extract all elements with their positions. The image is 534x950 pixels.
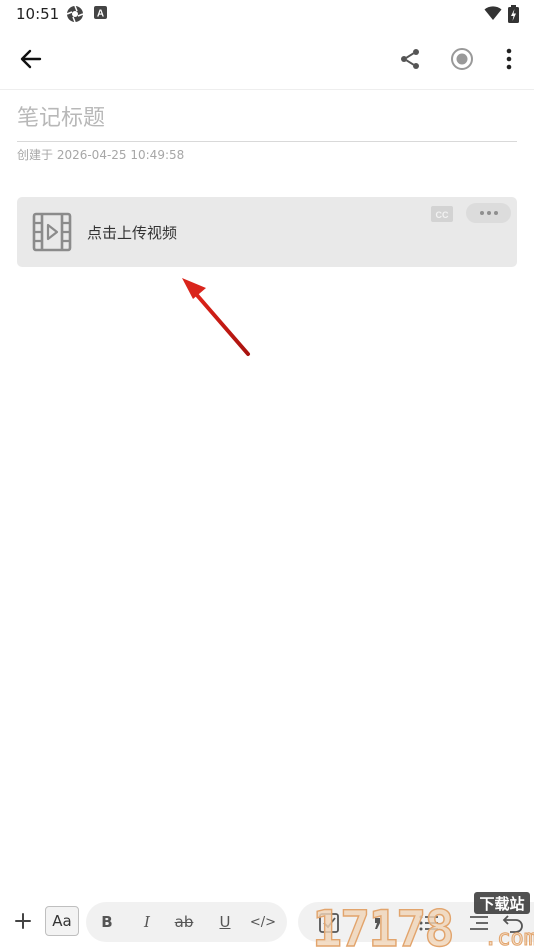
more-horizontal-icon: [479, 211, 484, 215]
add-button[interactable]: [10, 908, 36, 934]
share-button[interactable]: [393, 42, 427, 76]
created-timestamp: 创建于 2026-04-25 10:49:58: [17, 148, 185, 162]
back-button[interactable]: [14, 42, 48, 76]
formatting-toolbar: Aa B I ab U </>: [0, 896, 534, 950]
svg-text:A: A: [97, 9, 104, 20]
more-vertical-icon: [506, 48, 512, 70]
upload-video-label: 点击上传视频: [87, 224, 178, 242]
quote-icon[interactable]: [370, 912, 392, 934]
battery-charging-icon: [508, 5, 519, 23]
indent-icon[interactable]: [468, 912, 490, 934]
svg-text:CC: CC: [436, 210, 449, 220]
block-format-group: [298, 902, 534, 942]
video-more-button[interactable]: [466, 203, 511, 223]
code-button[interactable]: </>: [248, 910, 278, 934]
list-icon[interactable]: [418, 912, 440, 934]
video-upload-card[interactable]: 点击上传视频 CC: [17, 197, 517, 267]
share-icon: [401, 49, 419, 69]
a-badge-icon: A: [94, 6, 107, 20]
italic-button[interactable]: I: [140, 910, 154, 934]
status-bar: 10:51 A: [0, 0, 534, 28]
bold-button[interactable]: B: [100, 910, 114, 934]
text-format-group: B I ab U </>: [86, 902, 287, 942]
record-icon: [451, 48, 473, 70]
record-button[interactable]: [445, 42, 479, 76]
status-time: 10:51: [16, 5, 60, 23]
header-divider: [0, 89, 534, 90]
font-style-button[interactable]: Aa: [45, 906, 79, 936]
undo-icon[interactable]: [502, 912, 524, 934]
title-underline: [17, 141, 517, 142]
plus-icon: [15, 913, 31, 929]
closed-caption-icon[interactable]: CC: [431, 206, 453, 222]
app-bar: [0, 28, 534, 88]
arrow-left-icon: [20, 49, 42, 69]
strikethrough-button[interactable]: ab: [170, 910, 198, 934]
underline-button[interactable]: U: [218, 910, 232, 934]
annotation-arrow: [182, 278, 250, 356]
more-menu-button[interactable]: [494, 42, 524, 76]
note-title-input[interactable]: [17, 98, 517, 138]
checkbox-icon[interactable]: [318, 912, 340, 934]
wifi-icon: [484, 6, 502, 20]
camera-aperture-icon: [66, 5, 84, 23]
film-icon: [32, 212, 72, 252]
